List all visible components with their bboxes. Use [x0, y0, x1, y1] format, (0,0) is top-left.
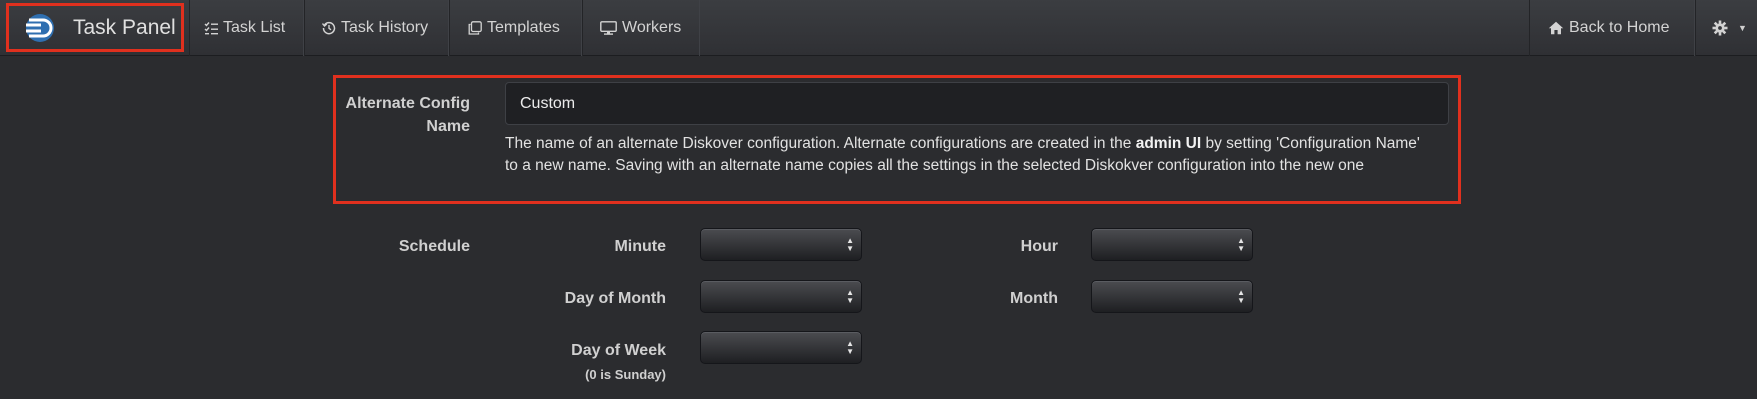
hour-select[interactable]: ▲ ▼: [1091, 228, 1253, 261]
nav-task-list-label: Task List: [223, 19, 286, 36]
day-of-month-select[interactable]: ▲ ▼: [700, 280, 862, 313]
alt-config-name-input[interactable]: [505, 82, 1449, 125]
gear-icon: [1712, 20, 1728, 36]
nav-workers[interactable]: Workers: [582, 0, 700, 56]
home-icon: [1548, 21, 1564, 35]
minute-label: Minute: [614, 238, 666, 255]
nav-task-history[interactable]: Task History: [304, 0, 449, 56]
nav-back-to-home-label: Back to Home: [1569, 19, 1670, 36]
nav-templates[interactable]: Templates: [449, 0, 582, 56]
settings-dropdown[interactable]: ▼: [1695, 0, 1757, 56]
copy-icon: [468, 21, 482, 35]
hour-label: Hour: [1020, 238, 1058, 255]
select-arrows-icon: ▲ ▼: [846, 236, 854, 253]
select-arrows-icon: ▲ ▼: [1237, 236, 1245, 253]
alt-config-label: Alternate Config Name: [345, 95, 470, 135]
day-of-week-select[interactable]: ▲ ▼: [700, 331, 862, 364]
day-of-week-note: (0 is Sunday): [585, 367, 666, 382]
brand-task-panel[interactable]: Task Panel: [6, 3, 184, 52]
monitor-icon: [600, 21, 617, 35]
admin-ui-text: admin UI: [1135, 135, 1202, 152]
help-text-part-1: The name of an alternate Diskover config…: [505, 135, 1136, 152]
month-label: Month: [1010, 290, 1058, 307]
day-of-week-label: Day of Week: [571, 342, 666, 359]
schedule-label: Schedule: [398, 238, 470, 255]
history-icon: [322, 21, 336, 35]
select-arrows-icon: ▲ ▼: [846, 339, 854, 356]
nav-task-list[interactable]: Task List: [189, 0, 304, 56]
select-arrows-icon: ▲ ▼: [1237, 288, 1245, 305]
list-check-icon: [204, 21, 218, 34]
alt-config-help-text: The name of an alternate Diskover config…: [505, 133, 1435, 177]
minute-select[interactable]: ▲ ▼: [700, 228, 862, 261]
nav-workers-label: Workers: [622, 19, 682, 36]
nav-templates-label: Templates: [487, 19, 560, 36]
top-navbar: Task Panel Task List Task History Templa…: [0, 0, 1757, 56]
brand-title: Task Panel: [73, 15, 176, 39]
chevron-down-icon: ▼: [1738, 23, 1747, 33]
nav-back-to-home[interactable]: Back to Home: [1529, 0, 1695, 56]
diskover-logo-icon: [26, 13, 54, 42]
select-arrows-icon: ▲ ▼: [846, 288, 854, 305]
nav-task-history-label: Task History: [341, 19, 429, 36]
day-of-month-label: Day of Month: [564, 290, 666, 307]
month-select[interactable]: ▲ ▼: [1091, 280, 1253, 313]
